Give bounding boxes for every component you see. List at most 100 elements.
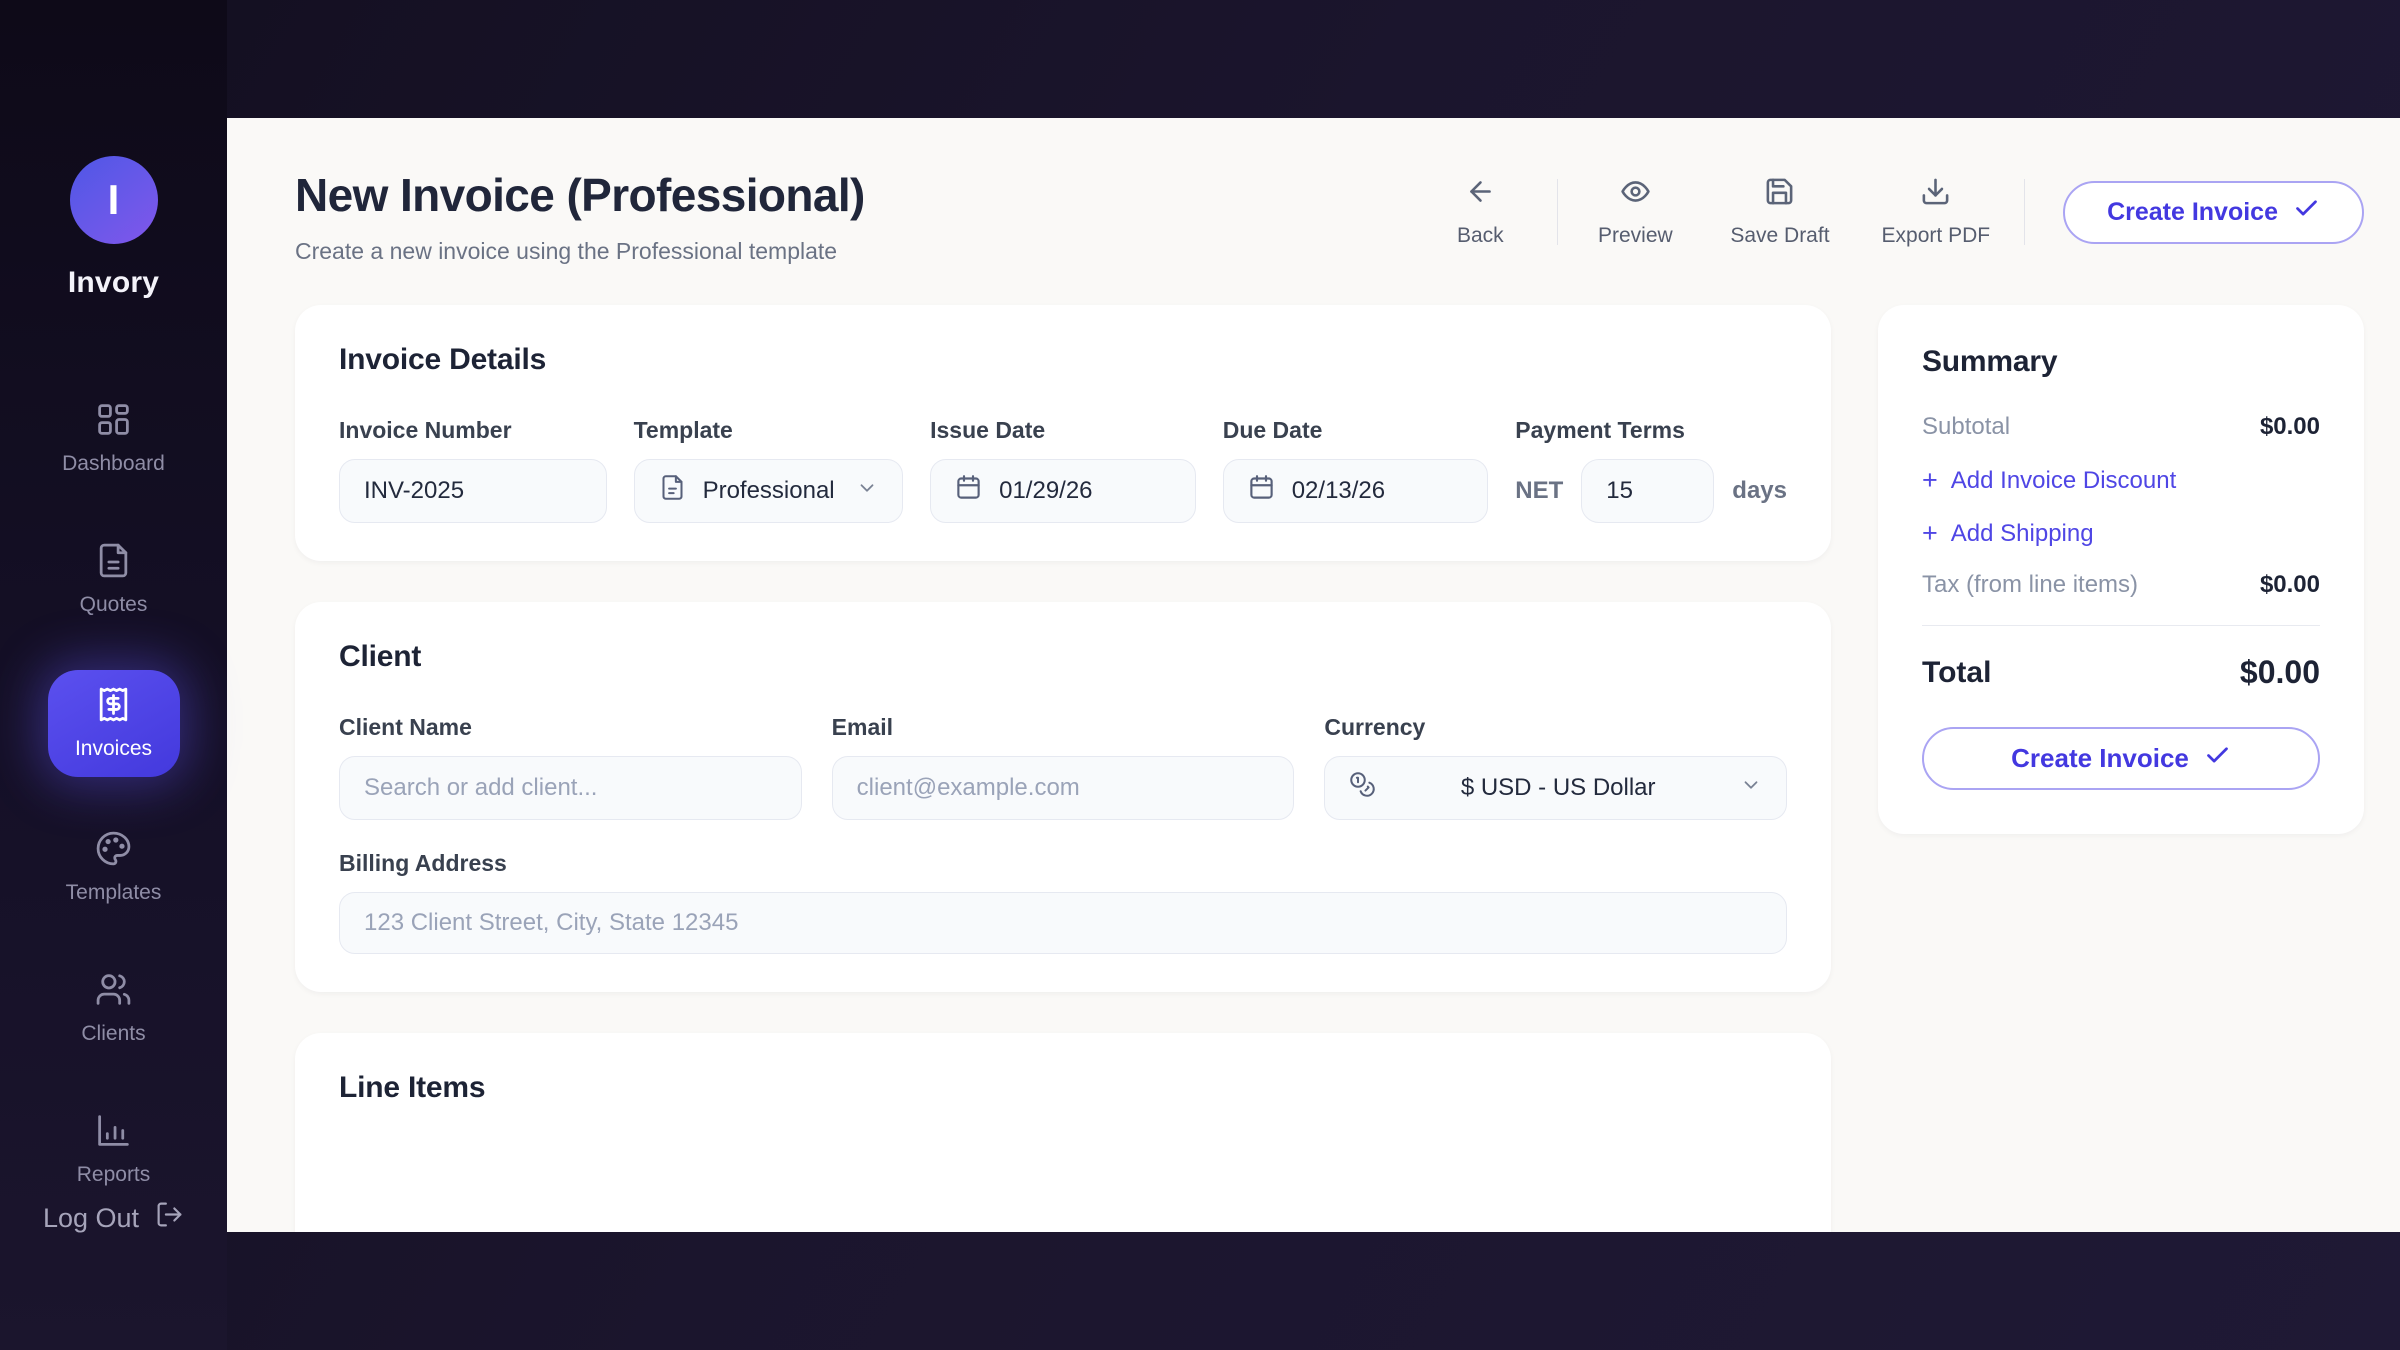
sidebar-item-templates[interactable]: Templates <box>48 817 180 918</box>
preview-button[interactable]: Preview <box>1592 176 1678 248</box>
payment-terms-label: Payment Terms <box>1515 417 1787 444</box>
issue-date-label: Issue Date <box>930 417 1196 444</box>
tax-row: Tax (from line items) $0.00 <box>1922 571 2320 599</box>
template-value: Professional <box>703 477 835 505</box>
currency-select[interactable]: $ USD - US Dollar <box>1324 756 1787 820</box>
due-date-picker[interactable]: 02/13/26 <box>1223 459 1489 523</box>
brand-name: Invory <box>68 266 159 300</box>
summary-divider <box>1922 625 2320 626</box>
quotes-icon <box>95 542 132 584</box>
due-date-label: Due Date <box>1223 417 1489 444</box>
currency-field: Currency $ USD - US Dollar <box>1324 714 1787 820</box>
page-title: New Invoice (Professional) <box>295 168 865 222</box>
back-button[interactable]: Back <box>1437 176 1523 248</box>
sidebar-item-clients[interactable]: Clients <box>48 958 180 1059</box>
net-prefix: NET <box>1515 477 1563 505</box>
sidebar-item-label: Templates <box>66 881 162 905</box>
total-label: Total <box>1922 656 1991 690</box>
sidebar-item-label: Dashboard <box>62 452 165 476</box>
client-card: Client Client Name Email Currency <box>295 602 1831 992</box>
invoice-number-label: Invoice Number <box>339 417 607 444</box>
currency-value: $ USD - US Dollar <box>1393 774 1723 802</box>
save-draft-button[interactable]: Save Draft <box>1730 176 1829 248</box>
add-shipping-link[interactable]: + Add Shipping <box>1922 518 2320 549</box>
check-icon <box>2293 195 2320 229</box>
sidebar-item-label: Quotes <box>80 593 148 617</box>
subtotal-row: Subtotal $0.00 <box>1922 413 2320 441</box>
payment-terms-field: Payment Terms NET days <box>1515 417 1787 523</box>
create-invoice-button-header[interactable]: Create Invoice <box>2063 181 2364 244</box>
sidebar-item-dashboard[interactable]: Dashboard <box>48 388 180 489</box>
client-name-label: Client Name <box>339 714 802 741</box>
payment-terms-input[interactable] <box>1581 459 1714 523</box>
summary-heading: Summary <box>1922 345 2320 379</box>
issue-date-field: Issue Date 01/29/26 <box>930 417 1196 523</box>
create-invoice-label: Create Invoice <box>2107 198 2278 227</box>
invoice-details-heading: Invoice Details <box>339 343 1787 377</box>
logout-icon <box>155 1200 184 1236</box>
header-divider <box>2024 179 2025 245</box>
sidebar-item-label: Reports <box>77 1163 151 1187</box>
eye-icon <box>1620 176 1651 213</box>
chevron-down-icon <box>1740 774 1762 803</box>
client-name-field: Client Name <box>339 714 802 820</box>
reports-icon <box>95 1112 132 1154</box>
sidebar-item-quotes[interactable]: Quotes <box>48 529 180 630</box>
add-discount-label: Add Invoice Discount <box>1951 467 2176 495</box>
days-suffix: days <box>1732 477 1787 505</box>
header-actions: Back Preview Save Draft <box>1411 176 2364 248</box>
coins-icon <box>1349 771 1376 805</box>
page-titles: New Invoice (Professional) Create a new … <box>295 168 865 265</box>
create-invoice-label: Create Invoice <box>2011 743 2189 774</box>
sidebar-item-label: Invoices <box>75 737 152 761</box>
subtotal-value: $0.00 <box>2260 413 2320 441</box>
sidebar: I Invory Dashboard Quotes Invoices <box>0 0 227 1350</box>
add-discount-link[interactable]: + Add Invoice Discount <box>1922 465 2320 496</box>
tax-value: $0.00 <box>2260 571 2320 599</box>
invoices-icon <box>95 686 132 728</box>
due-date-field: Due Date 02/13/26 <box>1223 417 1489 523</box>
logo-letter: I <box>108 176 120 224</box>
issue-date-picker[interactable]: 01/29/26 <box>930 459 1196 523</box>
issue-date-value: 01/29/26 <box>999 477 1092 505</box>
due-date-value: 02/13/26 <box>1292 477 1385 505</box>
billing-address-input[interactable] <box>339 892 1787 954</box>
invoice-number-input[interactable] <box>339 459 607 523</box>
sidebar-nav: Dashboard Quotes Invoices Templates <box>48 388 180 1200</box>
currency-label: Currency <box>1324 714 1787 741</box>
client-name-input[interactable] <box>339 756 802 820</box>
invoice-number-field: Invoice Number <box>339 417 607 523</box>
calendar-icon <box>955 474 982 508</box>
export-pdf-button[interactable]: Export PDF <box>1882 176 1991 248</box>
template-select[interactable]: Professional <box>634 459 904 523</box>
tax-label: Tax (from line items) <box>1922 571 2138 599</box>
logout-label: Log Out <box>43 1203 139 1234</box>
preview-label: Preview <box>1598 224 1673 248</box>
client-fields: Client Name Email Currency <box>339 714 1787 820</box>
page-subtitle: Create a new invoice using the Professio… <box>295 238 865 265</box>
billing-address-field: Billing Address <box>339 850 1787 954</box>
download-icon <box>1920 176 1951 213</box>
logout-button[interactable]: Log Out <box>43 1200 184 1236</box>
app-logo: I <box>70 156 158 244</box>
email-label: Email <box>832 714 1295 741</box>
payment-terms-row: NET days <box>1515 459 1787 523</box>
email-input[interactable] <box>832 756 1295 820</box>
calendar-icon <box>1248 474 1275 508</box>
sidebar-item-reports[interactable]: Reports <box>48 1099 180 1200</box>
plus-icon: + <box>1922 518 1938 549</box>
form-column: Invoice Details Invoice Number Template <box>295 305 1831 1232</box>
export-pdf-label: Export PDF <box>1882 224 1991 248</box>
dashboard-icon <box>95 401 132 443</box>
total-row: Total $0.00 <box>1922 654 2320 691</box>
templates-icon <box>95 830 132 872</box>
main-panel: New Invoice (Professional) Create a new … <box>227 118 2400 1232</box>
sidebar-item-invoices[interactable]: Invoices <box>48 670 180 777</box>
client-heading: Client <box>339 640 1787 674</box>
total-value: $0.00 <box>2240 654 2320 691</box>
create-invoice-button-summary[interactable]: Create Invoice <box>1922 727 2320 790</box>
page-content: Invoice Details Invoice Number Template <box>227 305 2400 1232</box>
clients-icon <box>95 971 132 1013</box>
plus-icon: + <box>1922 465 1938 496</box>
page-header: New Invoice (Professional) Create a new … <box>227 118 2400 265</box>
